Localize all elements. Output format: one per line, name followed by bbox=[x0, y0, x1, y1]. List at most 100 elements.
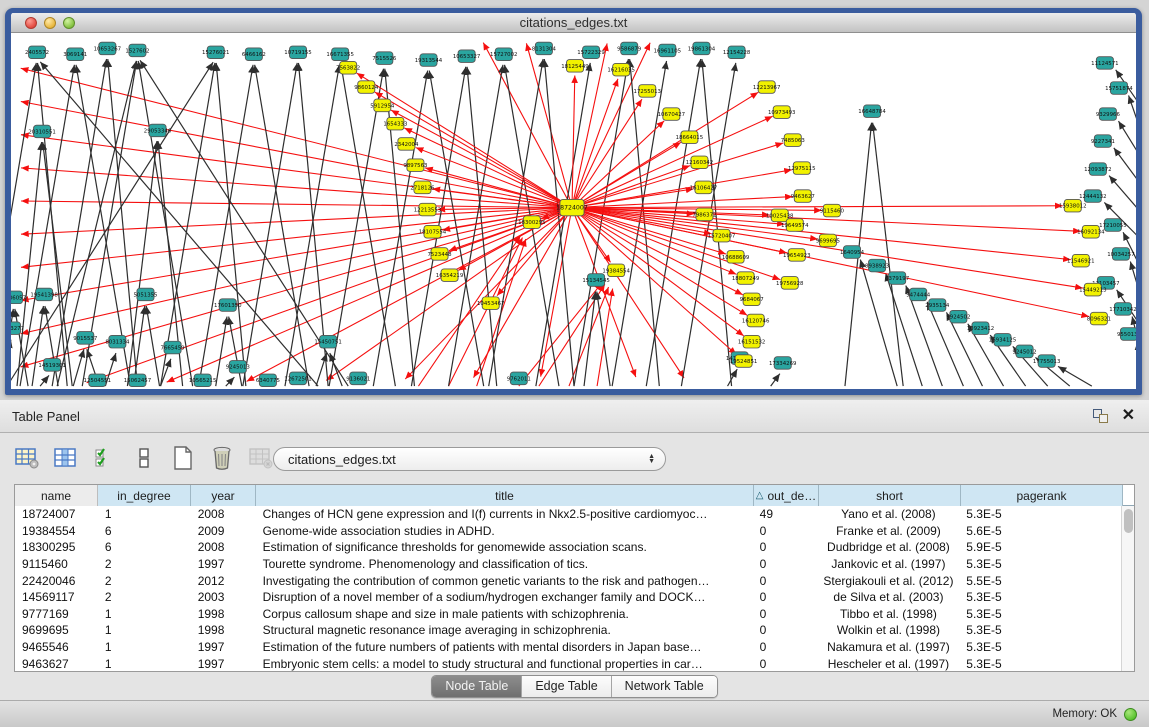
graph-node-teal[interactable]: 6466162 bbox=[242, 48, 266, 61]
graph-node-yellow[interactable]: 9684067 bbox=[740, 293, 764, 306]
graph-node-teal[interactable]: 8031334 bbox=[105, 335, 130, 348]
table-scrollbar[interactable] bbox=[1121, 506, 1134, 671]
column-header-out-degree[interactable]: △out_de… bbox=[754, 485, 819, 506]
graph-node-teal[interactable]: 1640954 bbox=[840, 246, 865, 259]
graph-node-teal[interactable]: 15727002 bbox=[490, 48, 517, 61]
citation-network-graph[interactable]: 2405572 3069141 10653267 1527602 15276021 646… bbox=[11, 34, 1136, 389]
tab-edge-table[interactable]: Edge Table bbox=[522, 676, 611, 697]
window-titlebar[interactable]: citations_edges.txt bbox=[11, 13, 1136, 33]
graph-node-teal[interactable]: 19861304 bbox=[688, 42, 716, 55]
graph-node-yellow[interactable]: 18107554 bbox=[419, 225, 447, 238]
table-row[interactable]: 911546021997Tourette syndrome. Phenomeno… bbox=[15, 556, 1121, 573]
column-header-pagerank[interactable]: pagerank bbox=[961, 485, 1123, 506]
graph-node-yellow[interactable]: 19756928 bbox=[776, 277, 804, 290]
graph-node-teal[interactable]: 16961105 bbox=[654, 44, 681, 57]
graph-node-yellow[interactable]: 12213967 bbox=[753, 81, 780, 94]
graph-node-teal[interactable]: 12154228 bbox=[723, 46, 751, 59]
graph-node-yellow[interactable]: 16151532 bbox=[738, 335, 765, 348]
graph-node-yellow[interactable]: 17255013 bbox=[634, 85, 661, 98]
graph-node-teal[interactable]: 12093872 bbox=[1084, 163, 1111, 176]
graph-node-teal[interactable]: 10653267 bbox=[94, 42, 121, 55]
graph-node-yellow[interactable]: 8096321 bbox=[1087, 312, 1111, 325]
graph-node-yellow[interactable]: 7563822 bbox=[336, 61, 360, 74]
create-column-button[interactable] bbox=[170, 445, 196, 471]
row-height-button[interactable] bbox=[131, 445, 157, 471]
graph-node-yellow[interactable]: 15720407 bbox=[708, 229, 735, 242]
table-row[interactable]: 2242004622012Investigating the contribut… bbox=[15, 572, 1121, 589]
graph-node-yellow[interactable]: 9463627 bbox=[791, 190, 815, 203]
graph-node-teal[interactable]: 8938923 bbox=[865, 259, 889, 272]
graph-node-teal[interactable]: 9762011 bbox=[507, 372, 531, 385]
graph-node-teal[interactable]: 9924502 bbox=[946, 310, 970, 323]
graph-node-yellow[interactable]: 7523448 bbox=[427, 248, 452, 261]
graph-node-teal[interactable]: 9015537 bbox=[73, 332, 97, 345]
graph-node-yellow[interactable]: 16120746 bbox=[742, 314, 770, 327]
minimize-window-button[interactable] bbox=[44, 17, 56, 29]
table-mode-button[interactable] bbox=[14, 445, 40, 471]
graph-node-teal[interactable]: 15134545 bbox=[582, 274, 609, 287]
table-row[interactable]: 946362711997Embryonic stem cells: a mode… bbox=[15, 655, 1121, 672]
graph-node-yellow[interactable]: 7986372 bbox=[692, 208, 716, 221]
graph-node-teal[interactable]: 9474444 bbox=[906, 288, 931, 301]
graph-node-yellow[interactable]: 19654923 bbox=[783, 249, 810, 262]
table-selector-dropdown[interactable]: citations_edges.txt ▲▼ bbox=[273, 447, 666, 471]
graph-node-yellow[interactable]: 18125449 bbox=[561, 60, 588, 73]
graph-node-teal[interactable]: 9586879 bbox=[617, 42, 641, 55]
graph-node-yellow[interactable]: 11546921 bbox=[1067, 254, 1094, 267]
graph-node-teal[interactable]: 7665459 bbox=[161, 341, 185, 354]
graph-node-teal[interactable]: 5051355 bbox=[133, 288, 157, 301]
table-row[interactable]: 1830029562008Estimation of significance … bbox=[15, 539, 1121, 556]
import-table-button[interactable] bbox=[248, 445, 274, 471]
table-row[interactable]: 1872400712008Changes of HCN gene express… bbox=[15, 506, 1121, 523]
column-header-in-degree[interactable]: in_degree bbox=[98, 485, 191, 506]
graph-node-teal[interactable]: 15276021 bbox=[202, 46, 229, 59]
column-header-name[interactable]: name bbox=[15, 485, 98, 506]
column-header-year[interactable]: year bbox=[191, 485, 256, 506]
graph-node-yellow[interactable]: 10670427 bbox=[658, 108, 685, 121]
graph-node-teal[interactable]: 12444132 bbox=[1079, 190, 1106, 203]
graph-node-teal[interactable]: 3069141 bbox=[63, 48, 87, 61]
column-header-title[interactable]: title bbox=[256, 485, 754, 506]
graph-node-teal[interactable]: 2636057 bbox=[11, 291, 26, 304]
graph-node-yellow[interactable]: 7485063 bbox=[781, 134, 805, 147]
close-window-button[interactable] bbox=[25, 17, 37, 29]
column-header-short[interactable]: short bbox=[819, 485, 961, 506]
graph-node-teal[interactable]: 6379197 bbox=[885, 272, 909, 285]
show-columns-button[interactable] bbox=[53, 445, 79, 471]
graph-node-teal[interactable]: 17755013 bbox=[1033, 355, 1060, 368]
graph-node-yellow[interactable]: 18300295 bbox=[518, 216, 545, 229]
select-rows-button[interactable] bbox=[92, 445, 118, 471]
graph-node-teal[interactable]: 8131304 bbox=[532, 42, 557, 55]
close-panel-icon[interactable]: ✕ bbox=[1122, 409, 1135, 423]
graph-node-yellow[interactable]: 10453467 bbox=[477, 297, 504, 310]
float-panel-icon[interactable] bbox=[1093, 409, 1108, 423]
table-row[interactable]: 1456911722003Disruption of a novel membe… bbox=[15, 589, 1121, 606]
scrollbar-thumb[interactable] bbox=[1124, 509, 1133, 533]
graph-node-hub[interactable]: 18724007 bbox=[556, 199, 588, 215]
graph-node-yellow[interactable]: 12975115 bbox=[788, 162, 815, 175]
graph-node-teal[interactable]: 10719155 bbox=[284, 46, 311, 59]
table-row[interactable]: 969969511998Structural magnetic resonanc… bbox=[15, 622, 1121, 639]
graph-node-teal[interactable]: 11124571 bbox=[1091, 57, 1118, 70]
graph-node-yellow[interactable]: 16354219 bbox=[436, 269, 463, 282]
graph-node-teal[interactable]: 19313544 bbox=[415, 54, 443, 67]
tab-node-table[interactable]: Node Table bbox=[432, 676, 522, 697]
graph-node-yellow[interactable]: 9699695 bbox=[816, 234, 840, 247]
zoom-window-button[interactable] bbox=[63, 17, 75, 29]
graph-node-teal[interactable]: 15722329 bbox=[577, 46, 604, 59]
graph-node-teal[interactable]: 16671355 bbox=[326, 48, 353, 61]
graph-node-yellow[interactable]: 18664015 bbox=[676, 131, 703, 144]
graph-node-teal[interactable]: 9245012 bbox=[1013, 345, 1037, 358]
graph-node-teal[interactable]: 9550134 bbox=[1117, 328, 1136, 341]
graph-node-teal[interactable]: 10034257 bbox=[1107, 248, 1134, 261]
graph-node-teal[interactable]: 10923412 bbox=[967, 322, 994, 335]
graph-node-teal[interactable]: 9227341 bbox=[1091, 135, 1115, 148]
graph-node-teal[interactable]: 17334269 bbox=[769, 357, 796, 370]
graph-node-teal[interactable]: 2405572 bbox=[25, 46, 49, 59]
graph-node-teal[interactable]: 9245013 bbox=[226, 361, 250, 374]
graph-node-teal[interactable]: 2935134 bbox=[925, 299, 950, 312]
graph-node-yellow[interactable]: 1654333 bbox=[383, 117, 407, 130]
graph-node-teal[interactable]: 1527602 bbox=[125, 44, 149, 57]
tab-network-table[interactable]: Network Table bbox=[612, 676, 717, 697]
graph-node-teal[interactable]: 6340775 bbox=[256, 374, 280, 387]
